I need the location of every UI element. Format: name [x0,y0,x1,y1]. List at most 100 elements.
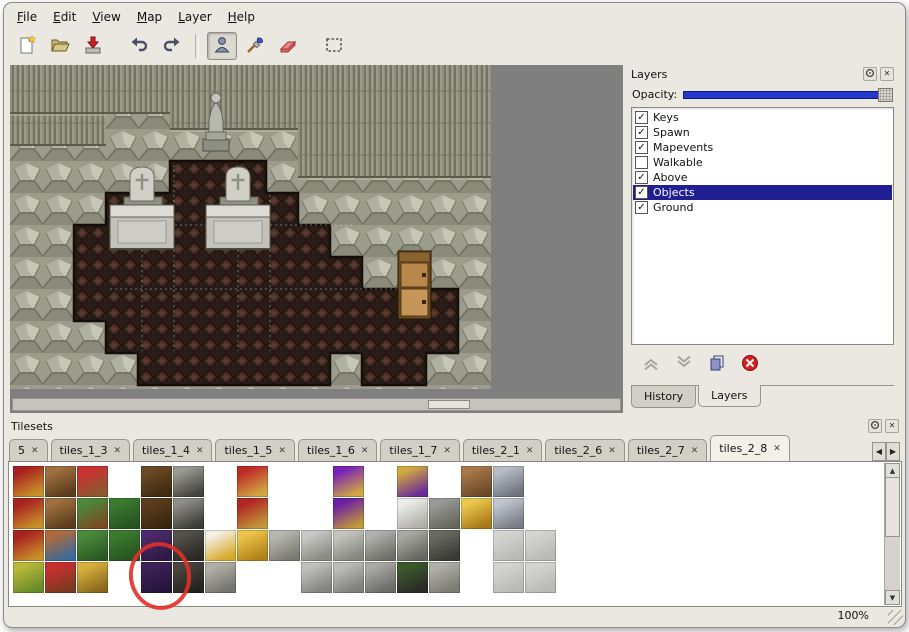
tile-statue-base-2[interactable] [333,562,364,593]
menu-item-layer[interactable]: Layer [171,8,218,26]
tab-close-icon[interactable]: ✕ [773,444,781,454]
tile-door-brown-top[interactable] [141,466,172,497]
stamp-tool-button[interactable] [207,32,237,60]
layer-row-objects[interactable]: ✓Objects [633,185,892,200]
tileset-tab-tiles_1_6[interactable]: tiles_1_6✕ [298,439,377,461]
tile-gold-treasure[interactable] [461,498,492,529]
tile-pillar-base[interactable] [429,562,460,593]
map-viewport[interactable] [10,65,623,413]
tile-door-stone-top[interactable] [173,466,204,497]
tile-gargoyle[interactable] [397,530,428,561]
tile-door-brown-bottom[interactable] [141,498,172,529]
layer-visibility-checkbox[interactable]: ✓ [635,126,648,139]
menu-item-file[interactable]: File [10,8,44,26]
tab-history[interactable]: History [631,386,696,408]
scroll-tabs-right-button[interactable]: ▶ [886,442,900,461]
tileset-tab-tiles_2_1[interactable]: tiles_2_1✕ [463,439,542,461]
undo-button[interactable] [124,32,154,60]
tile-plants-pots[interactable] [77,530,108,561]
save-button[interactable] [78,32,108,60]
tile-bookshelf[interactable] [45,530,76,561]
opacity-slider[interactable] [683,87,893,101]
tile-key-gold[interactable] [205,530,236,561]
brush-tool-button[interactable] [240,32,270,60]
layer-row-keys[interactable]: ✓Keys [633,110,892,125]
menu-item-edit[interactable]: Edit [46,8,83,26]
select-tool-button[interactable] [319,32,349,60]
float-panel-button[interactable] [868,419,882,433]
tab-close-icon[interactable]: ✕ [31,446,39,456]
tab-close-icon[interactable]: ✕ [691,446,699,456]
close-panel-button[interactable]: ✕ [885,419,899,433]
tileset-tab-tiles_1_4[interactable]: tiles_1_4✕ [133,439,212,461]
tile-throne-red-bottom[interactable] [237,498,268,529]
tile-crown-gold[interactable] [237,530,268,561]
tile-statue-praying[interactable] [301,530,332,561]
new-file-button[interactable] [12,32,42,60]
tile-plant-pot[interactable] [77,498,108,529]
tab-layers[interactable]: Layers [698,385,760,407]
tile-picture-gold[interactable] [397,466,428,497]
tile-shelf-wood[interactable] [461,466,492,497]
layer-row-ground[interactable]: ✓Ground [633,200,892,215]
tab-close-icon[interactable]: ✕ [113,446,121,456]
redo-button[interactable] [157,32,187,60]
delete-layer-button[interactable] [738,352,762,376]
tile-door-stone-bottom[interactable] [173,498,204,529]
layer-row-walkable[interactable]: Walkable [633,155,892,170]
tile-monument-dark[interactable] [429,530,460,561]
scroll-up-button[interactable]: ▲ [885,463,900,478]
tileset-tab-5[interactable]: 5✕ [9,439,48,461]
tile-banner-red[interactable] [13,466,44,497]
float-panel-button[interactable] [863,67,877,81]
tile-gargoyle-winged[interactable] [365,530,396,561]
layer-visibility-checkbox[interactable]: ✓ [635,186,648,199]
menu-item-map[interactable]: Map [130,8,169,26]
tab-close-icon[interactable]: ✕ [196,446,204,456]
tileset-tab-tiles_2_6[interactable]: tiles_2_6✕ [545,439,624,461]
tileset-vertical-scrollbar[interactable]: ▲ ▼ [884,463,900,605]
tileset-tab-tiles_1_3[interactable]: tiles_1_3✕ [51,439,130,461]
tile-statue-standing[interactable] [333,530,364,561]
tile-statue-base[interactable] [301,562,332,593]
tile-throne-purple-bottom[interactable] [333,498,364,529]
tile-plant-tall[interactable] [109,498,140,529]
tileset-tab-tiles_2_7[interactable]: tiles_2_7✕ [628,439,707,461]
layer-visibility-checkbox[interactable]: ✓ [635,171,648,184]
tile-loom[interactable] [45,466,76,497]
tile-vase-plant[interactable] [397,562,428,593]
map-horizontal-scrollbar[interactable] [12,398,621,411]
scroll-tabs-left-button[interactable]: ◀ [872,442,886,461]
layer-visibility-checkbox[interactable] [635,156,648,169]
tile-throne-purple-top[interactable] [333,466,364,497]
tile-pillar-gray[interactable] [429,498,460,529]
scroll-down-button[interactable]: ▼ [885,590,900,605]
scrollbar-thumb[interactable] [428,400,470,409]
tile-floor-tile-gray-2[interactable] [525,530,556,561]
menu-item-help[interactable]: Help [221,8,262,26]
tile-loom-2[interactable] [45,498,76,529]
layer-row-mapevents[interactable]: ✓Mapevents [633,140,892,155]
tab-close-icon[interactable]: ✕ [608,446,616,456]
tile-armor-body[interactable] [493,498,524,529]
layer-row-spawn[interactable]: ✓Spawn [633,125,892,140]
tile-fruit-basket[interactable] [45,562,76,593]
opacity-slider-handle[interactable] [878,88,893,102]
open-file-button[interactable] [45,32,75,60]
tile-banner-green[interactable] [13,562,44,593]
scrollbar-thumb[interactable] [885,477,900,537]
layer-visibility-checkbox[interactable]: ✓ [635,201,648,214]
resize-grip[interactable] [888,610,903,625]
tileset-content[interactable]: ▲ ▼ [8,461,902,607]
tileset-tab-tiles_1_5[interactable]: tiles_1_5✕ [215,439,294,461]
tile-floor-tile-gray[interactable] [493,530,524,561]
tileset-tab-tiles_1_7[interactable]: tiles_1_7✕ [380,439,459,461]
tile-obelisk-white[interactable] [397,498,428,529]
close-panel-button[interactable]: ✕ [880,67,894,81]
layer-visibility-checkbox[interactable]: ✓ [635,141,648,154]
tile-banner-red-3[interactable] [13,530,44,561]
tile-floor-tile-gray-4[interactable] [525,562,556,593]
tile-rock-gray[interactable] [269,530,300,561]
tab-close-icon[interactable]: ✕ [526,446,534,456]
tab-close-icon[interactable]: ✕ [361,446,369,456]
